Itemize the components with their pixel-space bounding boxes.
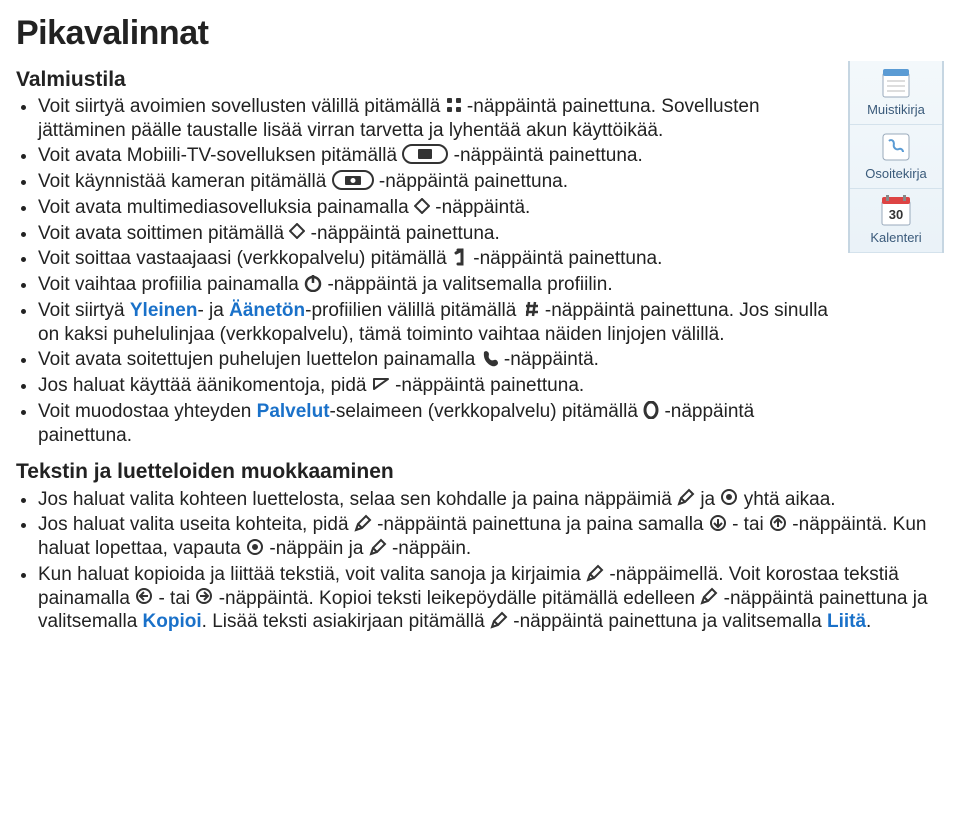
key-0-icon [643,401,659,419]
link-aaneton[interactable]: Äänetön [229,300,305,321]
svg-text:30: 30 [889,207,903,222]
link-yleinen[interactable]: Yleinen [130,300,198,321]
key-1-icon [452,248,468,266]
tv-key-icon [402,144,448,164]
camera-key-icon [332,170,374,190]
list-item: Voit vaihtaa profiilia painamalla -näppä… [38,273,840,297]
nav-up-icon [769,514,787,532]
list-item: Kun haluat kopioida ja liittää tekstiä, … [38,563,944,634]
notes-icon [879,67,913,99]
nav-down-icon [709,514,727,532]
multimedia-key-icon [414,198,430,214]
pen-key-icon [354,514,372,532]
sidebar-item-kalenteri[interactable]: 30 Kalenteri [850,189,942,253]
calendar-icon: 30 [879,195,913,227]
nav-centre-icon [720,488,738,506]
pen-key-icon [700,587,718,605]
multimedia-key-icon [289,223,305,239]
list-item: Voit käynnistää kameran pitämällä -näppä… [38,170,840,194]
pen-key-icon [677,488,695,506]
nav-centre-icon [246,538,264,556]
list-item: Jos haluat valita kohteen luettelosta, s… [38,488,944,512]
section2-list: Jos haluat valita kohteen luettelosta, s… [16,488,944,635]
list-item: Voit avata soittimen pitämällä -näppäint… [38,222,840,246]
link-palvelut[interactable]: Palvelut [257,401,330,422]
nav-left-icon [135,587,153,605]
section1-heading: Valmiustila [16,67,840,93]
call-key-icon [481,349,499,367]
nav-right-icon [195,587,213,605]
list-item: Jos haluat valita useita kohteita, pidä … [38,513,944,561]
hash-key-icon [522,300,540,318]
list-item: Voit siirtyä avoimien sovellusten välill… [38,95,840,143]
list-item: Voit avata Mobiili-TV-sovelluksen pitämä… [38,144,840,168]
sidebar-item-muistikirja[interactable]: Muistikirja [850,61,942,125]
page-title: Pikavalinnat [16,12,944,55]
list-item: Voit soittaa vastaajaasi (verkkopalvelu)… [38,247,840,271]
link-liita[interactable]: Liitä [827,611,866,632]
apps-key-icon [446,97,462,113]
list-item: Voit muodostaa yhteyden Palvelut-selaime… [38,400,840,448]
section1-list: Voit siirtyä avoimien sovellusten välill… [16,95,840,448]
list-item: Voit avata multimediasovelluksia painama… [38,196,840,220]
list-item: Voit siirtyä Yleinen- ja Äänetön-profiil… [38,299,840,347]
contacts-icon [879,131,913,163]
pen-key-icon [369,538,387,556]
list-item: Voit avata soitettujen puhelujen luettel… [38,348,840,372]
sidebar-item-osoitekirja[interactable]: Osoitekirja [850,125,942,189]
power-key-icon [304,274,322,292]
section2-heading: Tekstin ja luetteloiden muokkaaminen [16,459,944,485]
link-kopioi[interactable]: Kopioi [143,611,202,632]
list-item: Jos haluat käyttää äänikomentoja, pidä -… [38,374,840,398]
pen-key-icon [586,564,604,582]
sidebar: Muistikirja Osoitekirja 30 Kalenteri [848,61,944,254]
pen-key-icon [490,611,508,629]
softkey-icon [372,377,390,391]
